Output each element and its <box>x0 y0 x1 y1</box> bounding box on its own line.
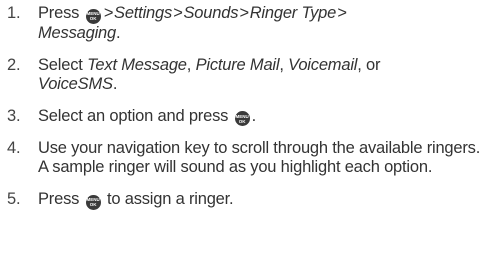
step-text: Use your navigation key to scroll throug… <box>38 139 481 176</box>
instruction-steps: 1. Press MENU OK >Settings>Sounds>Ringer T… <box>7 4 485 223</box>
step-2: 2. Select Text Message, Picture Mail, Vo… <box>7 56 485 94</box>
step-text: Press MENU OK >Settings>Sounds>Ringer Type… <box>38 4 347 42</box>
step-number: 5. <box>7 190 21 208</box>
step-1: 1. Press MENU OK >Settings>Sounds>Ringer T… <box>7 4 485 43</box>
step-number: 2. <box>7 55 21 74</box>
menu-ok-key-icon: MENU OK <box>85 8 101 24</box>
option-picture-mail: Picture Mail <box>195 55 280 74</box>
step-4: 4. Use your navigation key to scroll thr… <box>7 139 485 177</box>
step-5: 5. Press MENU OK to assign a ringer. <box>7 190 485 210</box>
step-3: 3. Select an option and press MENU OK. <box>7 106 485 126</box>
menu-ok-key-icon: MENU OK <box>234 111 250 126</box>
menu-path-settings: Settings <box>114 4 173 22</box>
option-voicemail: Voicemail <box>288 55 358 74</box>
step-text: Select an option and press MENU OK. <box>38 106 256 126</box>
step-number: 1. <box>7 4 21 22</box>
menu-path-sounds: Sounds <box>183 4 239 22</box>
option-voicesms: VoiceSMS <box>38 74 113 93</box>
menu-path-ringer-type: Ringer Type <box>249 4 337 22</box>
step-text: Select Text Message, Picture Mail, Voice… <box>38 55 381 93</box>
menu-path-messaging: Messaging <box>38 23 116 42</box>
step-text: Press MENU OK to assign a ringer. <box>38 190 234 210</box>
menu-ok-key-icon: MENU OK <box>85 194 101 210</box>
option-text-message: Text Message <box>87 55 187 74</box>
step-number: 4. <box>7 139 21 157</box>
step-number: 3. <box>7 106 21 125</box>
